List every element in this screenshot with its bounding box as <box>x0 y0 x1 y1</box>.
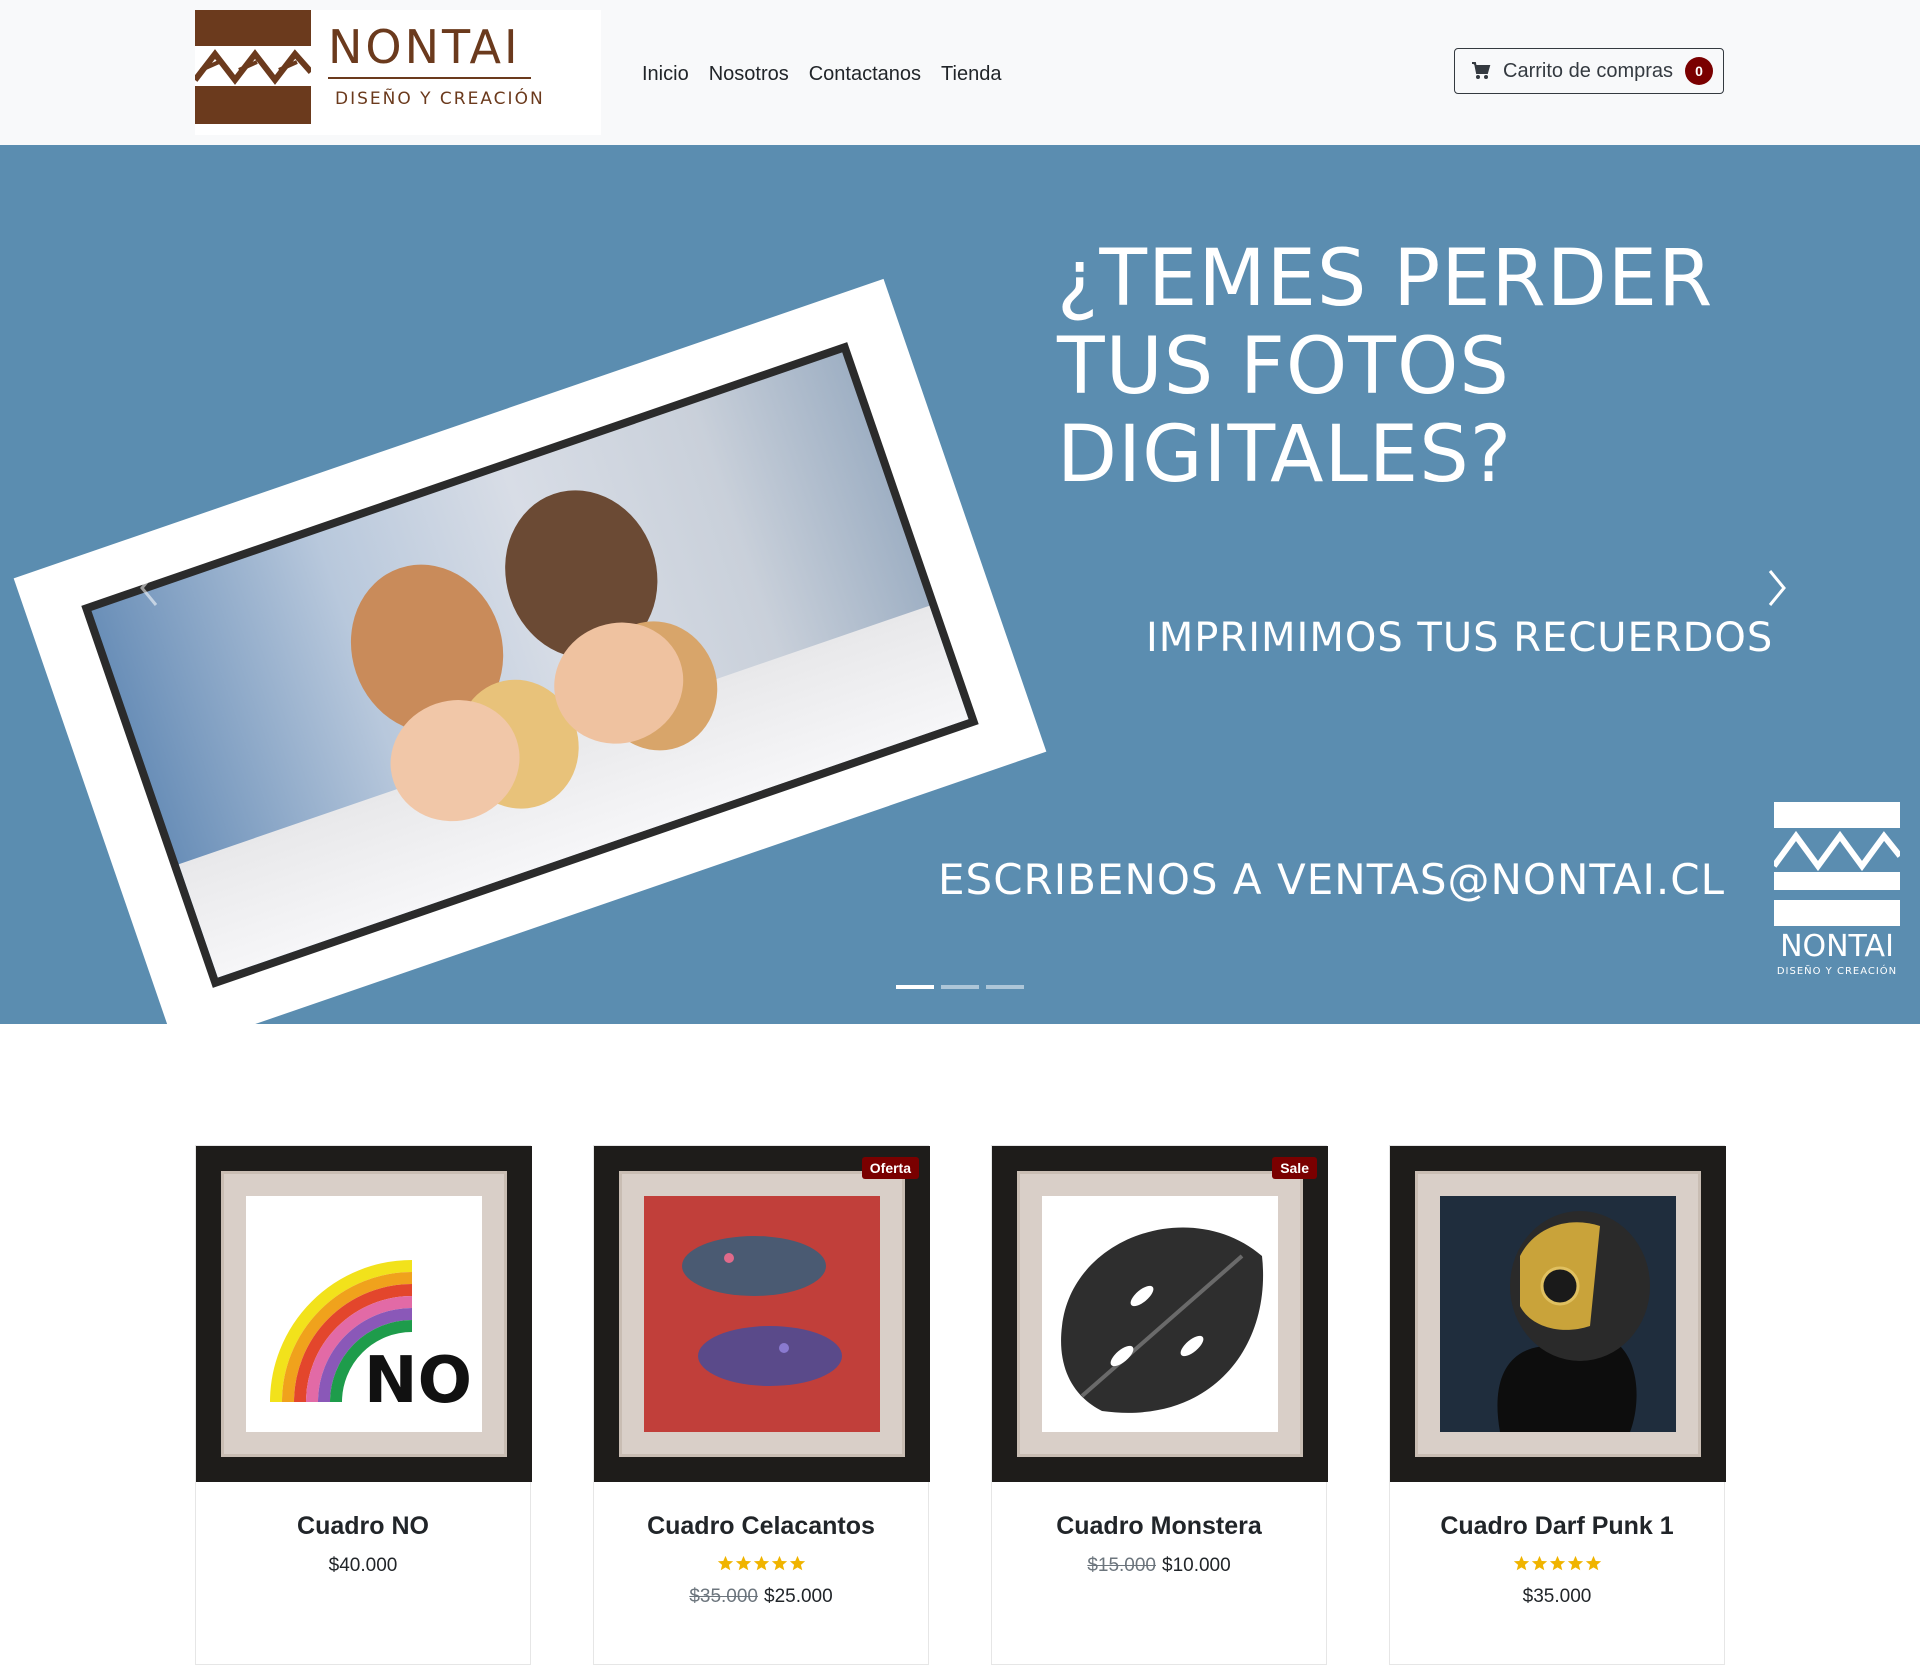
product-title[interactable]: Cuadro Monstera <box>992 1512 1326 1541</box>
product-title[interactable]: Cuadro NO <box>196 1512 530 1541</box>
chevron-right-icon <box>1768 570 1786 606</box>
star-icon <box>789 1555 805 1571</box>
hero-carousel: ¿TEMES PERDER TUS FOTOS DIGITALES? IMPRI… <box>0 145 1920 1024</box>
chevron-left-icon <box>140 570 158 606</box>
hero-photo-frame <box>13 278 1047 1024</box>
cart-icon <box>1472 62 1491 79</box>
rainbow-no-artwork: NO <box>246 1196 482 1432</box>
hero-family-photo <box>91 352 969 978</box>
product-card[interactable]: NO Cuadro NO $40.000 <box>195 1145 532 1665</box>
monstera-leaf-artwork <box>1042 1196 1278 1432</box>
cart-count-badge: 0 <box>1685 57 1714 85</box>
product-image[interactable]: Sale <box>992 1146 1328 1482</box>
star-icon <box>717 1555 733 1571</box>
product-old-price: $15.000 <box>1087 1555 1156 1576</box>
brand-mark-icon <box>192 10 314 124</box>
product-image[interactable] <box>1390 1146 1726 1482</box>
navbar: NONTAI DISEÑO Y CREACIÓN Inicio Nosotros… <box>0 0 1920 145</box>
coelacanth-artwork <box>644 1196 880 1432</box>
star-icon <box>753 1555 769 1571</box>
nav-link-contactanos[interactable]: Contactanos <box>799 60 931 88</box>
carousel-indicators <box>896 985 1024 989</box>
carousel-indicator-1[interactable] <box>896 985 934 989</box>
star-icon <box>1531 1555 1547 1571</box>
star-icon <box>1513 1555 1529 1571</box>
product-price: $40.000 <box>328 1555 398 1576</box>
product-price: $35.000 $25.000 <box>689 1586 833 1607</box>
carousel-indicator-2[interactable] <box>941 985 979 989</box>
product-rating <box>1390 1555 1724 1572</box>
carousel-prev-button[interactable] <box>130 563 170 613</box>
product-title[interactable]: Cuadro Darf Punk 1 <box>1390 1512 1724 1541</box>
cart-button[interactable]: Carrito de compras 0 <box>1454 48 1724 94</box>
product-card[interactable]: Cuadro Darf Punk 1 $35.000 <box>1389 1145 1726 1665</box>
sale-badge: Sale <box>1272 1157 1317 1179</box>
hero-email-text: ESCRIBENOS A VENTAS@NONTAI.CL <box>938 855 1725 904</box>
svg-text:NO: NO <box>364 1344 472 1418</box>
product-price: $35.000 <box>1522 1586 1592 1607</box>
sale-badge: Oferta <box>861 1157 919 1179</box>
star-icon <box>1549 1555 1565 1571</box>
carousel-next-button[interactable] <box>1756 563 1796 613</box>
product-image[interactable]: NO <box>196 1146 532 1482</box>
brand-divider <box>328 77 531 79</box>
product-old-price: $35.000 <box>689 1586 758 1607</box>
hero-subtitle: IMPRIMIMOS TUS RECUERDOS <box>1146 615 1774 661</box>
star-icon <box>1567 1555 1583 1571</box>
star-icon <box>735 1555 751 1571</box>
carousel-indicator-3[interactable] <box>986 985 1024 989</box>
nav-link-inicio[interactable]: Inicio <box>632 60 699 88</box>
hero-logo-name: NONTAI <box>1780 929 1894 964</box>
nav-link-tienda[interactable]: Tienda <box>931 60 1011 88</box>
star-icon <box>1585 1555 1601 1571</box>
nav-link-nosotros[interactable]: Nosotros <box>699 60 799 88</box>
brand-logo[interactable]: NONTAI DISEÑO Y CREACIÓN <box>192 10 601 135</box>
product-grid: NO Cuadro NO $40.000 Oferta Cuadro Celac… <box>195 1145 1726 1665</box>
hero-logo-tagline: DISEÑO Y CREACIÓN <box>1776 966 1898 977</box>
brand-tagline: DISEÑO Y CREACIÓN <box>335 89 545 109</box>
hero-title: ¿TEMES PERDER TUS FOTOS DIGITALES? <box>1057 234 1714 500</box>
product-rating <box>594 1555 928 1572</box>
cart-label: Carrito de compras <box>1503 59 1674 82</box>
brand-name: NONTAI <box>328 20 521 74</box>
daft-punk-helmet-artwork <box>1440 1196 1676 1432</box>
main-nav: Inicio Nosotros Contactanos Tienda <box>632 60 1011 88</box>
product-card[interactable]: Oferta Cuadro Celacantos $35.000 $25.000 <box>593 1145 930 1665</box>
hero-logo: NONTAI DISEÑO Y CREACIÓN <box>1771 802 1903 977</box>
star-icon <box>771 1555 787 1571</box>
product-image[interactable]: Oferta <box>594 1146 930 1482</box>
product-card[interactable]: Sale Cuadro Monstera $15.000 $10.000 <box>991 1145 1328 1665</box>
product-title[interactable]: Cuadro Celacantos <box>594 1512 928 1541</box>
hero-logo-mark-icon <box>1771 802 1903 926</box>
product-price: $15.000 $10.000 <box>1087 1555 1231 1576</box>
